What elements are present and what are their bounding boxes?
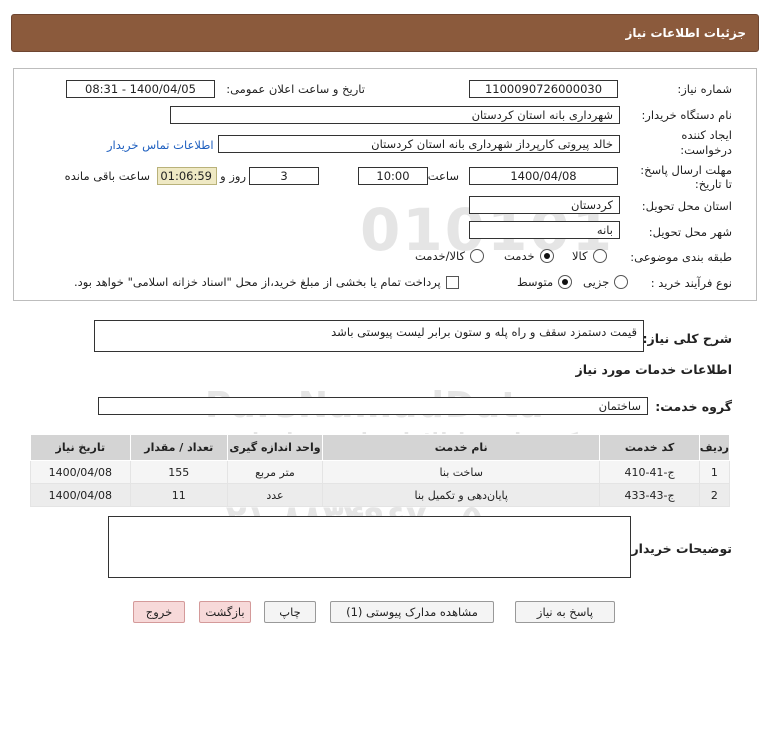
announce-label: تاریخ و ساعت اعلان عمومی:	[226, 82, 365, 96]
creator-field: خالد پیروتی کارپرداز شهرداری بانه استان …	[218, 135, 620, 153]
category-option-goods[interactable]: کالا	[572, 249, 607, 263]
category-service-radio[interactable]	[539, 249, 554, 263]
province-label: استان محل تحویل:	[641, 199, 732, 213]
category-service-label: خدمت	[504, 249, 535, 263]
need-number-field: 1100090726000030	[469, 80, 618, 98]
city-label: شهر محل تحویل:	[648, 225, 732, 239]
page-title: جزئیات اطلاعات نیاز	[625, 26, 746, 40]
process-option-minor[interactable]: جزیی	[583, 275, 629, 289]
category-option-goods-service[interactable]: کالا/خدمت	[415, 249, 485, 263]
services-table-wrap: ردیف کد خدمت نام خدمت واحد اندازه گیری ت…	[30, 434, 731, 507]
cell-name: پایان‌دهی و تکمیل بنا	[322, 483, 601, 507]
process-option-medium[interactable]: متوسط	[517, 275, 573, 289]
province-field: کردستان	[469, 196, 620, 214]
reply-button[interactable]: پاسخ به نیاز	[515, 601, 615, 623]
page-title-bar: جزئیات اطلاعات نیاز	[11, 14, 759, 52]
city-field: بانه	[469, 221, 620, 239]
print-button[interactable]: چاپ	[264, 601, 316, 623]
announce-field: 1400/04/05 - 08:31	[66, 80, 215, 98]
buyer-contact-link[interactable]: اطلاعات تماس خریدار	[107, 138, 214, 152]
cell-unit: متر مربع	[226, 460, 324, 484]
payment-note: پرداخت تمام یا بخشی از مبلغ خرید،از محل …	[74, 275, 441, 289]
cell-unit: عدد	[226, 483, 324, 507]
payment-option[interactable]: پرداخت تمام یا بخشی از مبلغ خرید،از محل …	[74, 275, 459, 289]
services-section-title: اطلاعات خدمات مورد نیاز	[575, 362, 733, 377]
buyer-org-field: شهرداری بانه استان کردستان	[170, 106, 620, 124]
deadline-time-field: 10:00	[358, 167, 428, 185]
col-date: تاریخ نیاز	[30, 434, 131, 461]
category-goods-label: کالا	[572, 249, 588, 263]
category-goods-service-radio[interactable]	[470, 249, 485, 263]
buyer-notes-label: توضیحات خریدار:	[626, 541, 732, 556]
description-text: قیمت دستمزد سقف و راه پله و ستون برابر ل…	[331, 325, 637, 339]
cell-code: ج-41-410	[599, 460, 700, 484]
remaining-label: ساعت باقی مانده	[64, 169, 150, 183]
process-medium-label: متوسط	[517, 275, 554, 289]
cell-code: ج-43-433	[599, 483, 700, 507]
cell-name: ساخت بنا	[322, 460, 601, 484]
service-group-label: گروه خدمت:	[655, 399, 732, 414]
need-number-label: شماره نیاز:	[677, 82, 732, 96]
description-label: شرح کلی نیاز:	[642, 331, 732, 346]
days-field: 3	[249, 167, 319, 185]
category-option-service[interactable]: خدمت	[504, 249, 554, 263]
cell-qty: 155	[129, 460, 228, 484]
process-minor-label: جزیی	[583, 275, 610, 289]
col-unit: واحد اندازه گیری	[226, 434, 324, 461]
services-table: ردیف کد خدمت نام خدمت واحد اندازه گیری ت…	[30, 434, 731, 507]
col-qty: تعداد / مقدار	[129, 434, 228, 461]
col-row: ردیف	[698, 434, 731, 461]
back-button[interactable]: بازگشت	[199, 601, 251, 623]
deadline-label-1: مهلت ارسال پاسخ:	[640, 163, 732, 177]
deadline-label-2: تا تاریخ:	[694, 177, 732, 191]
services-table-header: ردیف کد خدمت نام خدمت واحد اندازه گیری ت…	[30, 434, 731, 461]
service-group-field: ساختمان	[98, 397, 648, 415]
attachments-button[interactable]: مشاهده مدارک پیوستی (1)	[330, 601, 494, 623]
cell-qty: 11	[129, 483, 228, 507]
days-label: روز و	[220, 169, 246, 183]
deadline-time-label: ساعت	[427, 169, 459, 183]
cell-date: 1400/04/08	[30, 483, 131, 507]
process-minor-radio[interactable]	[614, 275, 629, 289]
remaining-time-field: 01:06:59	[157, 167, 217, 185]
process-label: نوع فرآیند خرید :	[650, 276, 732, 290]
creator-label-1: ایجاد کننده	[681, 128, 732, 142]
table-row: 1 ج-41-410 ساخت بنا متر مربع 155 1400/04…	[30, 460, 731, 484]
creator-label-2: درخواست:	[680, 143, 732, 157]
payment-checkbox[interactable]	[445, 275, 459, 289]
process-medium-radio[interactable]	[558, 275, 573, 289]
cell-row: 1	[698, 460, 731, 484]
exit-button[interactable]: خروج	[133, 601, 185, 623]
buyer-org-label: نام دستگاه خریدار:	[641, 108, 732, 122]
buyer-notes-box	[108, 516, 631, 578]
table-row: 2 ج-43-433 پایان‌دهی و تکمیل بنا عدد 11 …	[30, 483, 731, 507]
description-box: قیمت دستمزد سقف و راه پله و ستون برابر ل…	[94, 320, 644, 352]
col-name: نام خدمت	[322, 434, 601, 461]
cell-row: 2	[698, 483, 731, 507]
col-code: کد خدمت	[599, 434, 700, 461]
category-label: طبقه بندی موضوعی:	[630, 250, 732, 264]
category-goods-service-label: کالا/خدمت	[415, 249, 466, 263]
cell-date: 1400/04/08	[30, 460, 131, 484]
deadline-date-field: 1400/04/08	[469, 167, 618, 185]
category-goods-radio[interactable]	[592, 249, 607, 263]
